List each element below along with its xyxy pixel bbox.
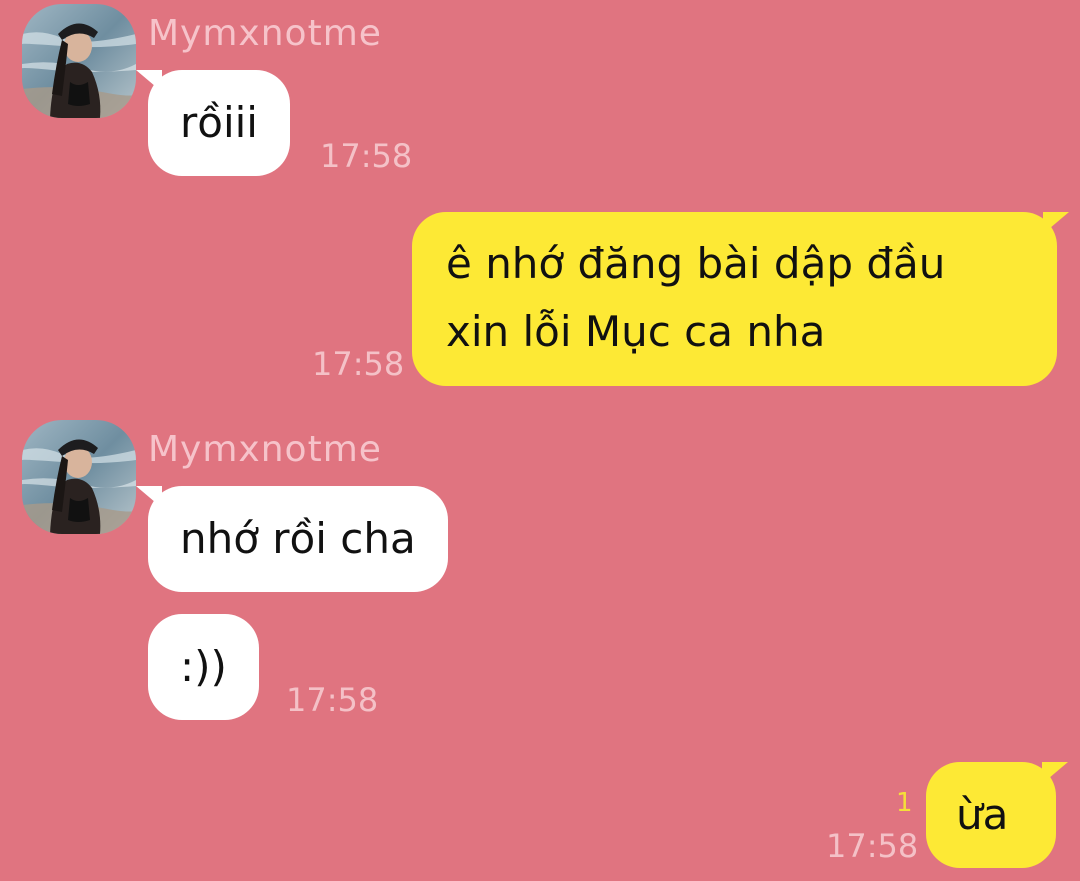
message-bubble-outgoing[interactable]: ừa	[926, 762, 1068, 868]
message-bubble-incoming[interactable]: nhớ rồi cha	[136, 486, 448, 592]
message-timestamp: 17:58	[826, 827, 919, 865]
message-timestamp: 17:58	[312, 345, 405, 383]
unread-count: 1	[896, 788, 913, 818]
bubble-tail	[1042, 762, 1068, 784]
profile-photo-icon	[22, 420, 136, 534]
message-bubble-outgoing[interactable]: ê nhớ đăng bài dập đầu xin lỗi Mục ca nh…	[412, 212, 1069, 386]
message-timestamp: 17:58	[286, 681, 379, 719]
message-text: rồiii	[180, 98, 258, 147]
avatar[interactable]	[22, 420, 136, 534]
sender-name: Mymxnotme	[148, 429, 382, 470]
message-bubble-incoming[interactable]: :))	[148, 614, 259, 720]
message-text-line: ê nhớ đăng bài dập đầu	[446, 239, 946, 288]
message-text: :))	[180, 642, 227, 691]
bubble-tail	[136, 70, 162, 92]
message-timestamp: 17:58	[320, 137, 413, 175]
bubble-tail	[1043, 212, 1069, 234]
sender-name: Mymxnotme	[148, 13, 382, 54]
profile-photo-icon	[22, 4, 136, 118]
avatar[interactable]	[22, 4, 136, 118]
message-text: nhớ rồi cha	[180, 514, 416, 563]
chat-area: Mymxnotme rồiii 17:58 ê nhớ đăng bài dập…	[0, 0, 1080, 881]
message-bubble-incoming[interactable]: rồiii	[136, 70, 290, 176]
bubble-tail	[136, 486, 162, 508]
message-text: ừa	[956, 790, 1009, 839]
message-text-line: xin lỗi Mục ca nha	[446, 307, 826, 356]
